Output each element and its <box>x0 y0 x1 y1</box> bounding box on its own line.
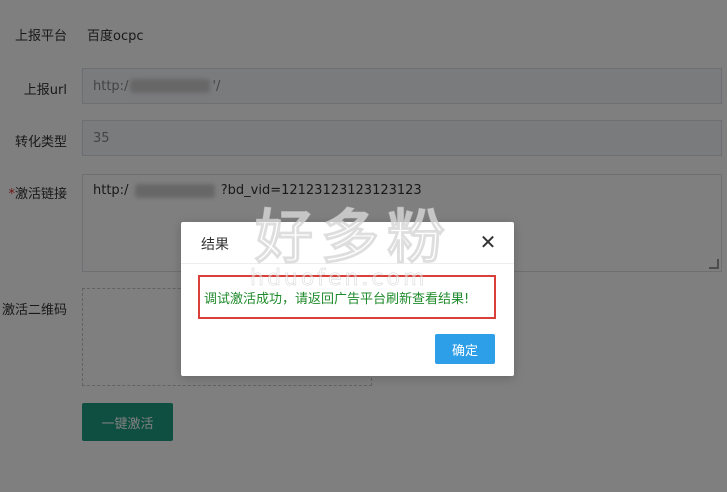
result-message: 调试激活成功，请返回广告平台刷新查看结果! <box>204 291 470 307</box>
confirm-button[interactable]: 确定 <box>435 334 495 364</box>
close-icon[interactable]: ✕ <box>478 231 498 253</box>
result-message-box: 调试激活成功，请返回广告平台刷新查看结果! <box>198 275 496 319</box>
result-dialog: 结果 ✕ 调试激活成功，请返回广告平台刷新查看结果! 确定 <box>181 222 514 376</box>
dialog-header: 结果 ✕ <box>181 222 514 264</box>
dialog-title: 结果 <box>201 237 229 253</box>
